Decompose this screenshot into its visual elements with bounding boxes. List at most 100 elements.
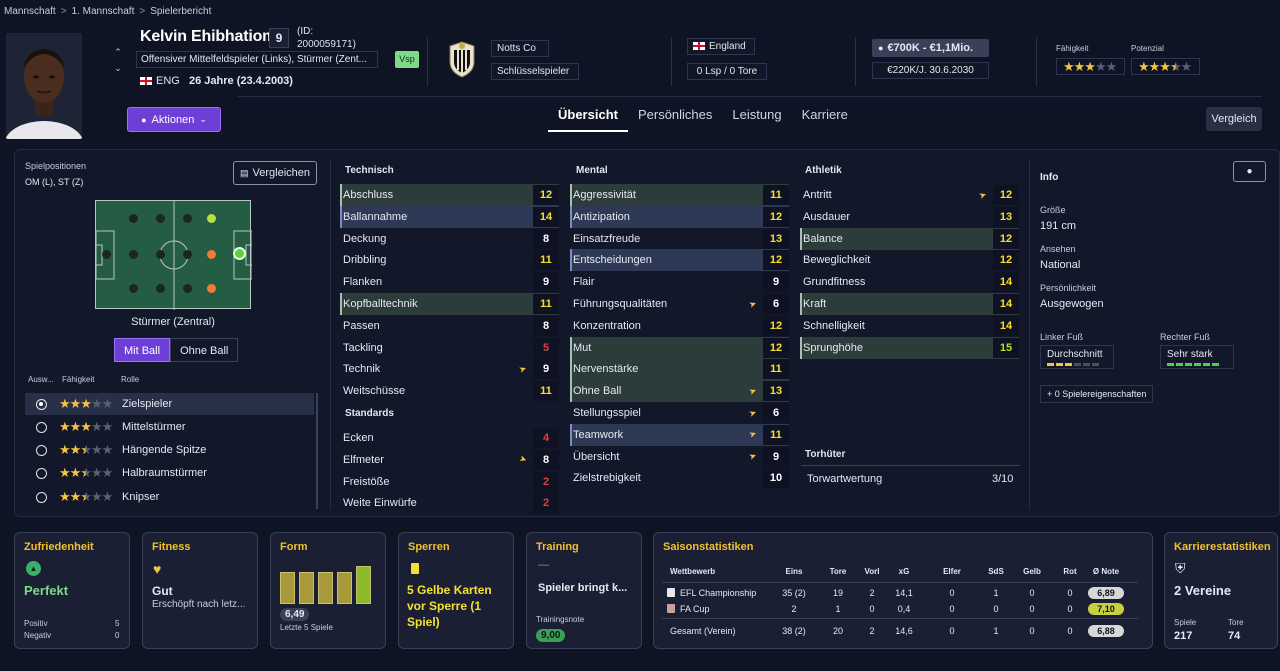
- career-card[interactable]: Karrierestatistiken ⛨ 2 Vereine Spiele 2…: [1164, 532, 1278, 649]
- market-value[interactable]: ● €700K - €1,1Mio.: [872, 39, 989, 57]
- attribute-row[interactable]: Konzentration 12: [570, 315, 789, 337]
- pitch-dot-st-selected: [233, 247, 246, 260]
- compare-positions-button[interactable]: ▤ Vergleichen: [233, 161, 317, 185]
- player-age: 26 Jahre (23.4.2003): [189, 75, 293, 87]
- ball-toggle: Mit Ball Ohne Ball: [114, 338, 239, 362]
- attribute-name: Weite Einwürfe: [343, 497, 417, 510]
- attribute-row[interactable]: Elfmeter ➤ 8: [340, 449, 559, 471]
- tab-leistung[interactable]: Leistung: [722, 105, 791, 132]
- roles-scrollbar[interactable]: [316, 393, 318, 509]
- attribute-name: Ausdauer: [803, 210, 851, 223]
- actions-button[interactable]: ● Aktionen ⌄: [127, 107, 221, 132]
- attribute-row[interactable]: Zielstrebigkeit 10: [570, 467, 789, 489]
- career-goals-value: 74: [1228, 630, 1241, 642]
- training-card[interactable]: Training — Spieler bringt k... Trainings…: [526, 532, 642, 649]
- satisfaction-card[interactable]: Zufriedenheit ▲ Perfekt Positiv 5 Negati…: [14, 532, 130, 649]
- attribute-value: 8: [533, 228, 559, 249]
- attribute-row[interactable]: Entscheidungen 12: [570, 249, 789, 272]
- attribute-value: 13: [763, 228, 789, 249]
- radio-icon[interactable]: [36, 421, 47, 433]
- attribute-row[interactable]: Sprunghöhe 15: [800, 336, 1019, 359]
- radio-icon[interactable]: [36, 398, 47, 410]
- fitness-card[interactable]: Fitness ♥ Gut Erschöpft nach letz...: [142, 532, 258, 649]
- tab-persoenliches[interactable]: Persönliches: [628, 105, 722, 132]
- tab-uebersicht[interactable]: Übersicht: [548, 105, 628, 132]
- mit-ball-button[interactable]: Mit Ball: [114, 338, 171, 362]
- season-stats-row[interactable]: EFL Championship 35 (2) 19 2 14,1 0 1 0 0 6,89: [662, 585, 1138, 600]
- attribute-row[interactable]: Schnelligkeit 14: [800, 315, 1019, 337]
- attribute-row[interactable]: Teamwork ➤ 11: [570, 423, 789, 446]
- attribute-row[interactable]: Nervenstärke 11: [570, 358, 789, 381]
- role-name: Zielspieler: [122, 398, 173, 410]
- season-stats-row[interactable]: FA Cup 2 1 0 0,4 0 0 0 0 7,10: [662, 601, 1138, 616]
- attribute-row[interactable]: Ausdauer 13: [800, 206, 1019, 228]
- season-stats-cell: 19: [832, 587, 843, 598]
- attribute-row[interactable]: Ballannahme 14: [340, 205, 559, 228]
- attribute-row[interactable]: Flanken 9: [340, 271, 559, 293]
- attribute-row[interactable]: Aggressivität 11: [570, 184, 789, 206]
- attribute-row[interactable]: Stellungsspiel ➤ 6: [570, 402, 789, 424]
- attribute-value: 2: [533, 471, 559, 492]
- form-card[interactable]: Form 6,49 Letzte 5 Spiele: [270, 532, 386, 649]
- attribute-row[interactable]: Antizipation 12: [570, 205, 789, 228]
- role-row[interactable]: ★★★★★ Knipser: [25, 486, 314, 508]
- role-row[interactable]: ★★★★★ Halbraumstürmer: [25, 462, 314, 484]
- breadcrumb-mannschaft[interactable]: Mannschaft: [4, 6, 56, 17]
- attribute-row[interactable]: Balance 12: [800, 227, 1019, 250]
- attribute-row[interactable]: Übersicht ➤ 9: [570, 446, 789, 468]
- person-icon: ●: [141, 114, 147, 125]
- player-traits[interactable]: + 0 Spielereigenschaften: [1040, 385, 1154, 403]
- attribute-name: Flanken: [343, 276, 383, 289]
- radio-icon[interactable]: [36, 491, 47, 503]
- suspension-card[interactable]: Sperren 5 Gelbe Karten vor Sperre (1 Spi…: [398, 532, 514, 649]
- info-header: Info: [1040, 172, 1059, 183]
- satisfaction-value: Perfekt: [24, 583, 69, 598]
- ohne-ball-button[interactable]: Ohne Ball: [170, 338, 239, 362]
- player-profile-icon[interactable]: ●: [1233, 161, 1266, 182]
- attribute-row[interactable]: Technik ➤ 9: [340, 358, 559, 380]
- chevron-down-icon[interactable]: ⌄: [112, 60, 124, 76]
- attribute-name: Abschluss: [343, 189, 394, 201]
- attribute-row[interactable]: Kopfballtechnik 11: [340, 293, 559, 315]
- attribute-row[interactable]: Einsatzfreude 13: [570, 228, 789, 250]
- divider: [671, 37, 672, 86]
- trend-up-icon: ➤: [747, 297, 759, 310]
- attribute-row[interactable]: Beweglichkeit 12: [800, 249, 1019, 271]
- attribute-row[interactable]: Ecken 4: [340, 427, 559, 449]
- radio-icon[interactable]: [36, 444, 47, 456]
- vsp-badge: Vsp: [395, 51, 419, 68]
- attribute-row[interactable]: Ohne Ball ➤ 13: [570, 380, 789, 403]
- breadcrumb-1-mannschaft[interactable]: 1. Mannschaft: [72, 6, 135, 17]
- role-row[interactable]: ★★★★★ Hängende Spitze: [25, 439, 314, 461]
- attribute-value: 10: [763, 468, 789, 489]
- attribute-row[interactable]: Grundfitness 14: [800, 271, 1019, 293]
- attribute-row[interactable]: Antritt ➤ 12: [800, 184, 1019, 206]
- attribute-row[interactable]: Passen 8: [340, 315, 559, 337]
- chevron-up-icon[interactable]: ⌃: [112, 44, 124, 60]
- attribute-row[interactable]: Weite Einwürfe 2: [340, 492, 559, 514]
- radio-icon[interactable]: [36, 467, 47, 479]
- attribute-value: 14: [993, 315, 1019, 336]
- season-stats-row[interactable]: Gesamt (Verein) 38 (2) 20 2 14,6 0 1 0 0 6,88: [662, 623, 1138, 638]
- compare-button[interactable]: Vergleich: [1206, 107, 1262, 131]
- role-name: Mittelstürmer: [122, 421, 186, 433]
- attribute-name: Sprunghöhe: [803, 341, 863, 354]
- attribute-row[interactable]: Mut 12: [570, 336, 789, 359]
- suspension-value: 5 Gelbe Karten vor Sperre (1 Spiel): [407, 583, 492, 629]
- attribute-row[interactable]: Freistöße 2: [340, 471, 559, 493]
- attribute-row[interactable]: Deckung 8: [340, 228, 559, 250]
- attribute-name: Nervenstärke: [573, 363, 639, 376]
- attribute-row[interactable]: Abschluss 12: [340, 184, 559, 206]
- tab-karriere[interactable]: Karriere: [792, 105, 858, 132]
- attribute-row[interactable]: Flair 9: [570, 271, 789, 293]
- club-crest-icon[interactable]: [447, 40, 477, 78]
- role-row[interactable]: ★★★★★ Mittelstürmer: [25, 416, 314, 438]
- attribute-row[interactable]: Führungsqualitäten ➤ 6: [570, 293, 789, 315]
- attribute-row[interactable]: Weitschüsse 11: [340, 380, 559, 402]
- attribute-row[interactable]: Kraft 14: [800, 293, 1019, 315]
- attribute-row[interactable]: Dribbling 11: [340, 249, 559, 271]
- club-name[interactable]: Notts Co: [491, 40, 549, 57]
- nation-name[interactable]: England: [687, 38, 755, 55]
- role-row[interactable]: ★★★★★ Zielspieler: [25, 393, 314, 415]
- attribute-row[interactable]: Tackling 5: [340, 337, 559, 359]
